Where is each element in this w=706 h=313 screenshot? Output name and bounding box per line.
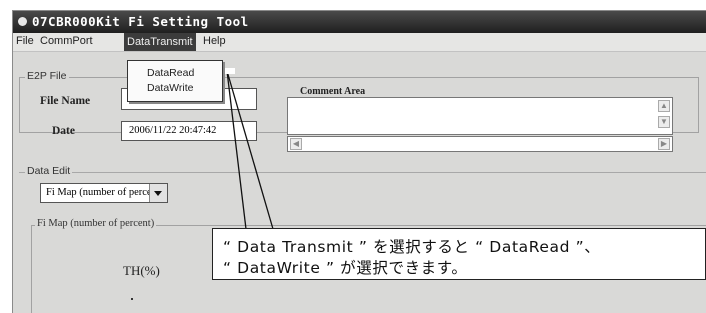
- callout-line-2: “ DataWrite ” が選択できます。: [223, 259, 468, 277]
- annotation-callout: “ Data Transmit ” を選択すると “ DataRead ”、 “…: [212, 228, 706, 280]
- menu-item-datawrite[interactable]: DataWrite: [147, 82, 194, 94]
- callout-line-1: “ Data Transmit ” を選択すると “ DataRead ”、: [223, 238, 601, 256]
- datatransmit-dropdown: DataRead DataWrite: [127, 60, 223, 102]
- menu-item-dataread[interactable]: DataRead: [147, 67, 194, 79]
